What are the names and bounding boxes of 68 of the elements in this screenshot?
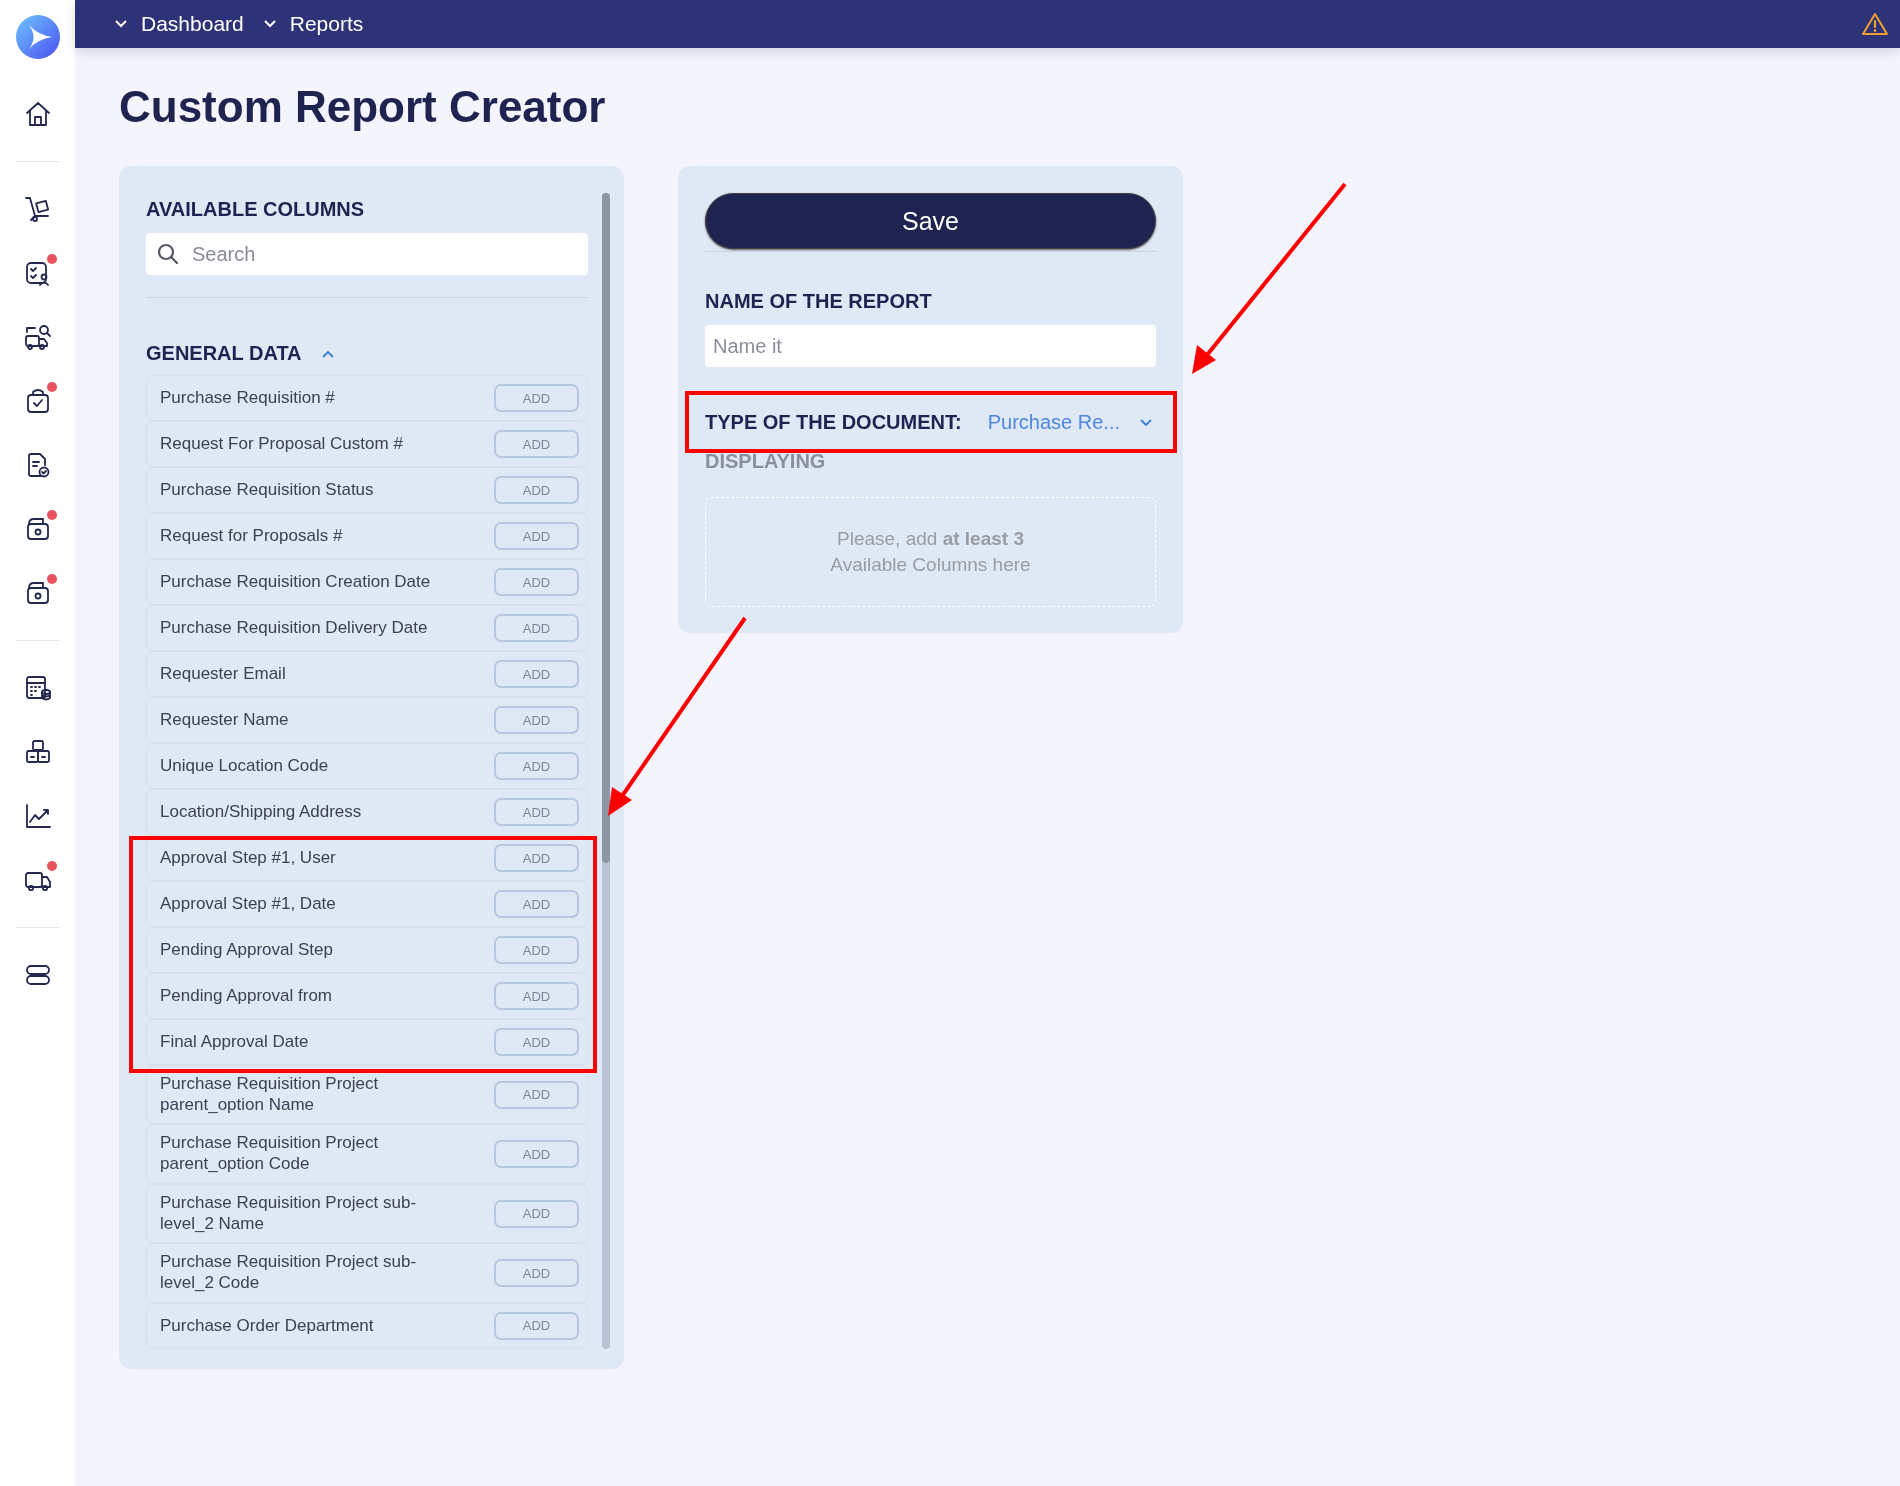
column-name: Request for Proposals # xyxy=(160,525,344,547)
column-name: Requester Email xyxy=(160,663,287,685)
add-button[interactable]: ADD xyxy=(494,384,579,412)
add-button[interactable]: ADD xyxy=(494,476,579,504)
search-field[interactable]: Search xyxy=(146,233,588,275)
field-label: TYPE OF THE DOCUMENT: xyxy=(705,411,962,434)
column-name: Purchase Requisition Project parent_option Code xyxy=(160,1133,380,1175)
column-name: Purchase Requisition Status xyxy=(160,479,375,501)
column-name: Purchase Requisition Creation Date xyxy=(160,571,432,593)
document-type-dropdown[interactable]: Purchase Re... xyxy=(987,411,1156,434)
search-icon xyxy=(157,243,179,265)
add-button[interactable]: ADD xyxy=(494,568,579,596)
column-name: Final Approval Date xyxy=(160,1031,310,1053)
column-name: Unique Location Code xyxy=(160,755,330,777)
column-name: Purchase Requisition # xyxy=(160,387,336,409)
caret-icon xyxy=(263,20,276,28)
add-button[interactable]: ADD xyxy=(494,660,579,688)
page-title: Custom Report Creator xyxy=(119,82,607,132)
column-name: Purchase Order Department xyxy=(160,1315,375,1337)
scrollbar-thumb[interactable] xyxy=(602,193,610,864)
notification-dot xyxy=(46,574,57,584)
save-button[interactable]: Save xyxy=(705,193,1156,249)
column-name: Approval Step #1, Date xyxy=(160,893,337,915)
column-name: Purchase Requisition Project sub-level_2 Name xyxy=(160,1192,418,1235)
notification-dot xyxy=(46,861,57,871)
column-name: Pending Approval from xyxy=(160,985,333,1007)
add-button[interactable]: ADD xyxy=(494,1080,579,1109)
breadcrumb-link[interactable]: Reports xyxy=(263,12,364,36)
report-name-field[interactable]: Name it xyxy=(705,325,1156,367)
add-button[interactable]: ADD xyxy=(494,982,579,1010)
scrollbar[interactable] xyxy=(602,193,610,1349)
add-button[interactable]: ADD xyxy=(494,936,579,964)
add-button[interactable]: ADD xyxy=(494,522,579,550)
section-toggle[interactable]: GENERAL DATA xyxy=(146,342,334,365)
notification-dot xyxy=(46,254,57,264)
column-name: Purchase Requisition Project parent_option Name xyxy=(160,1074,380,1116)
truck-search-icon[interactable] xyxy=(22,322,53,352)
add-button[interactable]: ADD xyxy=(494,1199,579,1228)
column-name: Location/Shipping Address xyxy=(160,801,363,823)
column-name: Request For Proposal Custom # xyxy=(160,433,404,455)
add-button[interactable]: ADD xyxy=(494,706,579,734)
hint-text: Please, add at least 3 xyxy=(837,528,1024,550)
add-button[interactable]: ADD xyxy=(494,1311,579,1340)
add-button[interactable]: ADD xyxy=(494,890,579,918)
add-button[interactable]: ADD xyxy=(494,1259,579,1288)
field-label: NAME OF THE REPORT xyxy=(705,290,933,313)
caret-icon xyxy=(115,20,127,28)
add-button[interactable]: ADD xyxy=(494,614,579,642)
add-button[interactable]: ADD xyxy=(494,844,579,872)
section-label: DISPLAYING xyxy=(705,450,827,473)
column-name: Purchase Requisition Delivery Date xyxy=(160,617,429,639)
add-button[interactable]: ADD xyxy=(494,1028,579,1056)
notification-dot xyxy=(46,382,57,392)
warning-icon[interactable] xyxy=(1862,12,1888,36)
logo-icon[interactable] xyxy=(15,15,60,59)
column-name: Pending Approval Step xyxy=(160,939,334,961)
add-button[interactable]: ADD xyxy=(494,798,579,826)
add-button[interactable]: ADD xyxy=(494,430,579,458)
column-name: Purchase Requisition Project sub-level_2 Code xyxy=(160,1252,418,1294)
add-button[interactable]: ADD xyxy=(494,752,579,780)
caret-icon xyxy=(1140,418,1152,427)
column-name: Approval Step #1, User xyxy=(160,847,337,869)
panel-heading: AVAILABLE COLUMNS xyxy=(146,198,366,221)
notification-dot xyxy=(46,510,57,520)
breadcrumb-link[interactable]: Dashboard xyxy=(115,12,244,36)
hint-text: Available Columns here xyxy=(830,554,1031,576)
add-button[interactable]: ADD xyxy=(494,1140,579,1169)
column-name: Requester Name xyxy=(160,709,290,731)
